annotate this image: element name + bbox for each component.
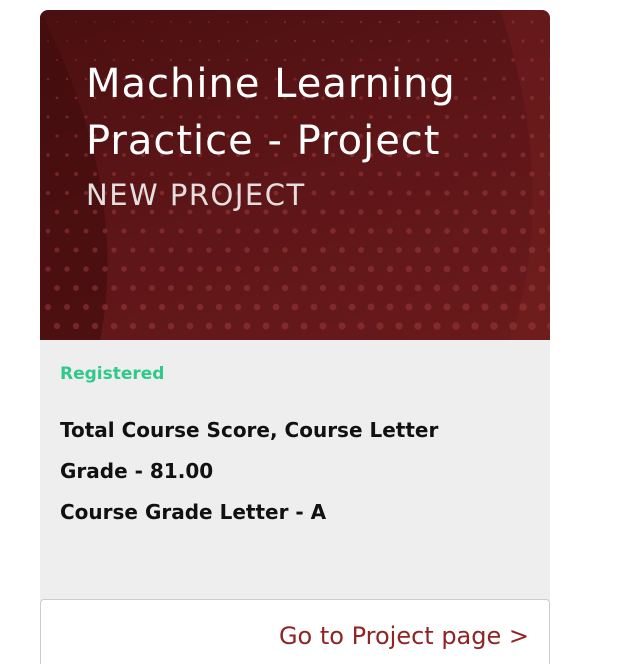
grade-line: Total Course Score, Course Letter — [60, 418, 439, 442]
grade-line: Grade - 81.00 — [60, 459, 214, 483]
hero-text: Machine Learning Practice - Project NEW … — [86, 56, 520, 212]
course-hero-banner: Machine Learning Practice - Project NEW … — [40, 10, 550, 340]
card-body: Registered Total Course Score, Course Le… — [40, 340, 550, 533]
registration-status: Registered — [60, 364, 165, 384]
grade-line: Course Grade Letter - A — [60, 500, 327, 524]
course-title: Machine Learning Practice - Project — [86, 61, 456, 164]
go-to-project-link[interactable]: Go to Project page > — [279, 622, 529, 650]
course-subtitle: NEW PROJECT — [86, 178, 306, 212]
course-card: Machine Learning Practice - Project NEW … — [40, 10, 550, 664]
card-footer: Go to Project page > — [40, 599, 550, 664]
grade-info: Total Course Score, Course Letter Grade … — [60, 410, 530, 533]
